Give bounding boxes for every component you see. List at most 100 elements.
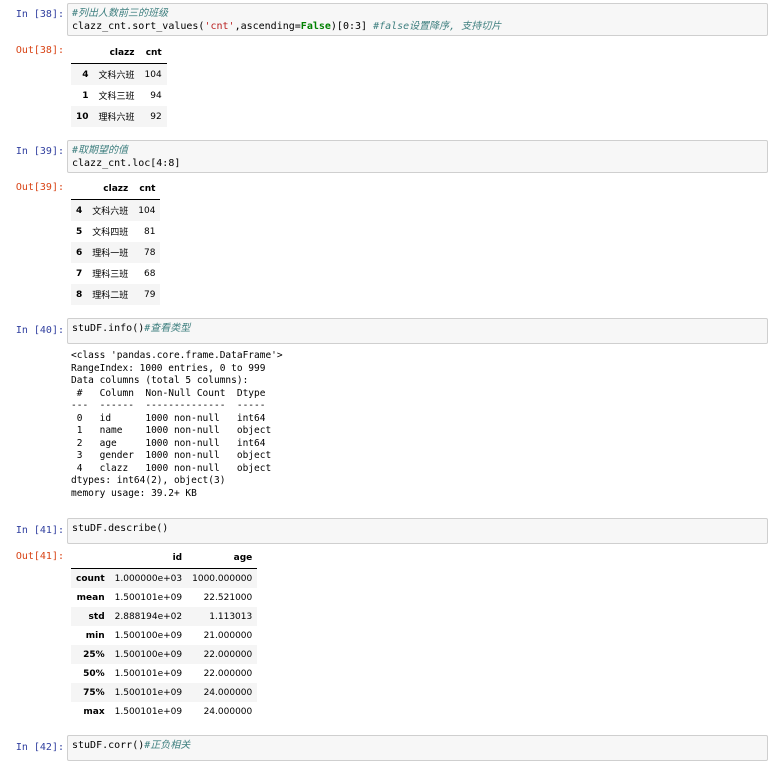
column-header: clazz — [87, 178, 134, 200]
column-header — [71, 178, 88, 200]
table-row: 6 理科一班 78 — [71, 242, 161, 263]
table-cell: 1.500101e+09 — [114, 706, 183, 717]
table-row: count 1.000000e+03 1000.000000 — [71, 568, 258, 588]
code-cell-40[interactable]: stuDF.info()#查看类型 — [67, 318, 768, 344]
code-cell-38[interactable]: #列出人数前三的班级 clazz_cnt.sort_values('cnt',a… — [67, 3, 768, 36]
table-cell: 104 — [138, 205, 156, 216]
table-cell: 24.000000 — [203, 687, 253, 698]
in-prompt-38: In [38]: — [15, 9, 64, 20]
column-header — [71, 548, 110, 569]
table-cell: 文科四班 — [92, 228, 129, 238]
table-cell: 文科六班 — [98, 71, 135, 81]
table-cell: 理科一班 — [92, 249, 129, 259]
table-row: 4 文科六班 104 — [71, 199, 161, 221]
table-row: max 1.500101e+09 24.000000 — [71, 702, 257, 721]
code-text: )[0:3] — [330, 21, 374, 32]
table-row: 8 理科二班 79 — [71, 284, 161, 305]
table-row: 7 理科三班 68 — [71, 263, 160, 284]
column-header: clazz — [93, 42, 140, 64]
code-text: stuDF.info() — [72, 323, 145, 334]
table-cell: 94 — [150, 90, 162, 101]
table-row: min 1.500100e+09 21.000000 — [71, 626, 257, 645]
code-cell-39[interactable]: #取期望的值 clazz_cnt.loc[4:8] — [67, 140, 768, 173]
table-cell: 78 — [144, 247, 156, 258]
table-row: 50% 1.500101e+09 22.000000 — [71, 664, 257, 683]
in-prompt-41: In [41]: — [15, 525, 64, 536]
in-prompt-42: In [42]: — [15, 742, 64, 753]
code-comment: #false设置降序, 支持切片 — [373, 21, 502, 32]
table-row: 25% 1.500100e+09 22.000000 — [71, 645, 258, 664]
dataframe-table: clazz cnt 4 文科六班 104 5 文科四班 81 6 理科一班 78 7 理科三班… — [71, 178, 161, 305]
code-cell-42[interactable]: stuDF.corr()#正负相关 — [67, 735, 768, 761]
table-cell: 22.000000 — [203, 668, 253, 679]
table-cell: 理科二班 — [92, 291, 129, 301]
table-cell: 1.500101e+09 — [114, 687, 183, 698]
row-index: max — [83, 706, 105, 717]
row-index: 1 — [82, 90, 89, 101]
column-header — [71, 42, 94, 64]
table-cell: 理科六班 — [98, 113, 135, 123]
table-cell: 92 — [150, 111, 162, 122]
table-cell: 1.113013 — [209, 611, 253, 622]
code-text: stuDF.corr() — [72, 740, 145, 751]
out-prompt-41: Out[41]: — [15, 551, 64, 562]
table-row: 10 理科六班 92 — [71, 106, 167, 127]
code-comment: #列出人数前三的班级 — [72, 8, 169, 19]
row-index: 5 — [76, 226, 83, 237]
code-keyword: False — [300, 21, 331, 32]
table-row: 5 文科四班 81 — [71, 221, 160, 242]
in-prompt-39: In [39]: — [15, 146, 64, 157]
output-39: clazz cnt 4 文科六班 104 5 文科四班 81 6 理科一班 78 7 理科三班… — [71, 178, 161, 305]
table-cell: 1.500101e+09 — [114, 592, 183, 603]
row-index: 7 — [76, 268, 83, 279]
table-cell: 22.000000 — [203, 649, 253, 660]
table-cell: 24.000000 — [203, 706, 253, 717]
row-index: count — [76, 573, 105, 584]
table-cell: 104 — [144, 69, 162, 80]
table-row: 4 文科六班 104 — [71, 63, 167, 85]
row-index: 75% — [83, 687, 105, 698]
table-cell: 2.888194e+02 — [114, 611, 183, 622]
table-row: mean 1.500101e+09 22.521000 — [71, 588, 257, 607]
table-cell: 1.500100e+09 — [114, 630, 183, 641]
column-header: age — [187, 548, 258, 569]
code-cell-41[interactable]: stuDF.describe() — [67, 518, 768, 544]
code-text: stuDF.describe() — [72, 523, 169, 534]
column-header: id — [109, 548, 188, 569]
table-cell: 1000.000000 — [192, 573, 253, 584]
dataframe-table: id age count 1.000000e+03 1000.000000 mean… — [71, 548, 258, 721]
table-cell: 理科三班 — [92, 270, 129, 280]
in-prompt-40: In [40]: — [15, 325, 64, 336]
row-index: mean — [76, 592, 105, 603]
code-comment: #正负相关 — [144, 740, 191, 751]
table-cell: 21.000000 — [203, 630, 253, 641]
code-string: 'cnt' — [204, 21, 235, 32]
row-index: 4 — [76, 205, 83, 216]
table-cell: 文科三班 — [98, 92, 135, 102]
row-index: 50% — [83, 668, 105, 679]
output-38: clazz cnt 4 文科六班 104 1 文科三班 94 10 理科六班 92 — [71, 42, 167, 127]
column-header: cnt — [133, 178, 161, 200]
row-index: 10 — [76, 111, 89, 122]
table-cell: 1.500101e+09 — [114, 668, 183, 679]
table-cell: 79 — [144, 289, 156, 300]
out-prompt-38: Out[38]: — [15, 45, 64, 56]
table-row: 75% 1.500101e+09 24.000000 — [71, 683, 258, 702]
code-comment: #查看类型 — [144, 323, 191, 334]
row-index: 25% — [83, 649, 105, 660]
table-cell: 22.521000 — [203, 592, 253, 603]
row-index: min — [85, 630, 105, 641]
dataframe-table: clazz cnt 4 文科六班 104 1 文科三班 94 10 理科六班 92 — [71, 42, 167, 127]
row-index: 4 — [82, 69, 89, 80]
table-cell: 1.000000e+03 — [114, 573, 183, 584]
table-row: std 2.888194e+02 1.113013 — [71, 607, 258, 626]
row-index: 6 — [76, 247, 83, 258]
row-index: std — [88, 611, 105, 622]
table-cell: 68 — [144, 268, 156, 279]
table-cell: 1.500100e+09 — [114, 649, 183, 660]
column-header: cnt — [139, 42, 167, 64]
stdout-output-40: <class 'pandas.core.frame.DataFrame'> Ra… — [71, 350, 283, 499]
table-row: 1 文科三班 94 — [71, 85, 167, 106]
code-comment: #取期望的值 — [72, 145, 129, 156]
code-text: ,ascending= — [234, 21, 301, 32]
